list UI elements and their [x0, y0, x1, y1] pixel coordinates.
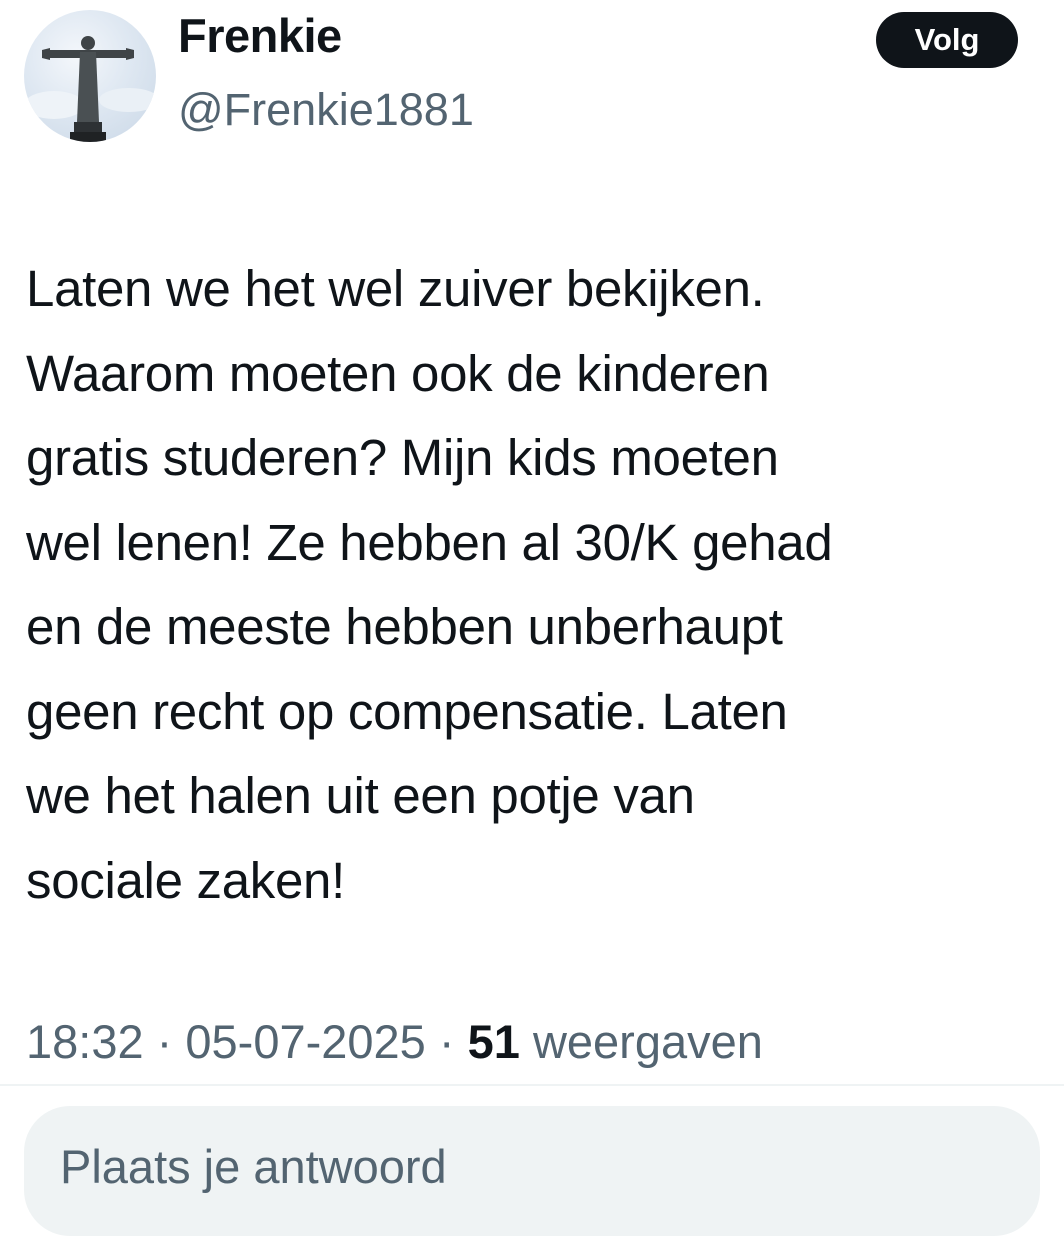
tweet-date[interactable]: 05-07-2025 — [185, 1015, 425, 1068]
reply-input[interactable] — [60, 1134, 1000, 1198]
meta-separator: · — [425, 1015, 468, 1068]
avatar[interactable] — [24, 10, 156, 142]
reply-box[interactable] — [24, 1106, 1040, 1236]
tweet-text-line: sociale zaken! — [26, 851, 345, 909]
follow-button[interactable]: Volg — [876, 12, 1018, 68]
views-label: weergaven — [519, 1015, 763, 1068]
meta-separator: · — [143, 1015, 186, 1068]
tweet-time[interactable]: 18:32 — [26, 1015, 144, 1068]
tweet-text: Laten we het wel zuiver bekijken. Waarom… — [26, 247, 1056, 923]
tweet-meta: 18:32 · 05-07-2025 · 51 weergaven — [26, 1010, 763, 1074]
tweet-text-line: gratis studeren? Mijn kids moeten — [26, 429, 779, 486]
tweet-text-line: we het halen uit een potje van — [26, 767, 695, 824]
tweet-card: Frenkie @Frenkie1881 Volg Laten we het w… — [0, 0, 1064, 1236]
tweet-text-line: geen recht op compensatie. Laten — [26, 682, 788, 740]
tweet-text-line: Waarom moeten ook de kinderen — [26, 344, 770, 402]
display-name[interactable]: Frenkie — [178, 8, 342, 64]
user-handle[interactable]: @Frenkie1881 — [178, 82, 474, 138]
tweet-text-line: en de meeste hebben unberhaupt — [26, 598, 783, 655]
views-count: 51 — [467, 1015, 520, 1068]
divider — [0, 1084, 1064, 1086]
tweet-text-line: wel lenen! Ze hebben al 30/K gehad — [26, 513, 833, 571]
christ-the-redeemer-statue-icon — [24, 36, 156, 142]
tweet-text-line: Laten we het wel zuiver bekijken. — [26, 260, 765, 317]
